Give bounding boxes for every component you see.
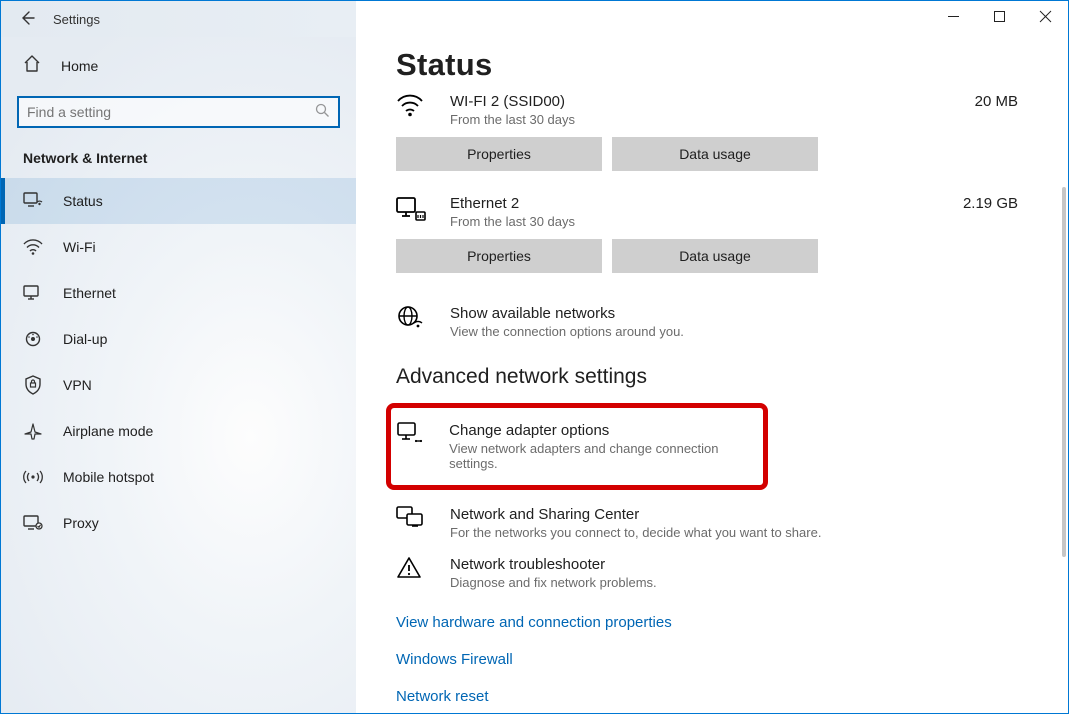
action-text: Network and Sharing Center For the netwo… <box>450 506 821 540</box>
settings-window: Settings Home <box>0 0 1069 714</box>
window-controls <box>356 1 1068 37</box>
sharing-icon <box>396 506 426 533</box>
airplane-icon <box>23 422 43 440</box>
action-desc: View the connection options around you. <box>450 324 684 339</box>
data-usage-button[interactable]: Data usage <box>612 137 818 171</box>
action-desc: View network adapters and change connect… <box>449 441 751 471</box>
connection-buttons: Properties Data usage <box>396 239 1048 273</box>
sidebar-item-vpn[interactable]: VPN <box>1 362 356 408</box>
home-button[interactable]: Home <box>1 49 356 82</box>
back-button[interactable] <box>19 10 35 29</box>
search-input[interactable] <box>27 104 315 120</box>
connection-ethernet: Ethernet 2 From the last 30 days 2.19 GB <box>396 195 1048 229</box>
sharing-center-row[interactable]: Network and Sharing Center For the netwo… <box>396 498 1048 548</box>
wifi-icon <box>23 239 43 255</box>
action-text: Change adapter options View network adap… <box>449 422 751 471</box>
titlebar: Settings <box>1 1 1068 37</box>
action-title: Show available networks <box>450 305 684 322</box>
sidebar-section-heading: Network & Internet <box>1 150 356 178</box>
sidebar-item-label: Airplane mode <box>63 423 153 439</box>
body: Home Network & Internet Status <box>1 37 1068 713</box>
titlebar-left: Settings <box>1 1 356 37</box>
link-network-reset[interactable]: Network reset <box>396 688 489 705</box>
warning-icon <box>396 556 426 583</box>
sidebar-item-dialup[interactable]: Dial-up <box>1 316 356 362</box>
action-title: Network and Sharing Center <box>450 506 821 523</box>
sidebar-item-wifi[interactable]: Wi-Fi <box>1 224 356 270</box>
minimize-icon <box>948 11 959 22</box>
sidebar-item-label: Dial-up <box>63 331 107 347</box>
maximize-button[interactable] <box>976 1 1022 31</box>
page-title: Status <box>396 47 1048 83</box>
action-title: Network troubleshooter <box>450 556 657 573</box>
action-text: Show available networks View the connect… <box>450 305 684 339</box>
status-icon <box>23 192 43 210</box>
action-title: Change adapter options <box>449 422 751 439</box>
sidebar-item-label: Mobile hotspot <box>63 469 154 485</box>
search-container <box>17 96 340 128</box>
troubleshooter-row[interactable]: Network troubleshooter Diagnose and fix … <box>396 548 1048 598</box>
properties-button[interactable]: Properties <box>396 239 602 273</box>
connection-name: WI-FI 2 (SSID00) <box>450 93 951 110</box>
search-box[interactable] <box>17 96 340 128</box>
main-content: Status WI-FI 2 (SSID00) From the last 30… <box>356 37 1068 713</box>
sidebar-item-airplane[interactable]: Airplane mode <box>1 408 356 454</box>
hotspot-icon <box>23 469 43 485</box>
dialup-icon <box>23 331 43 347</box>
data-usage-button[interactable]: Data usage <box>612 239 818 273</box>
vpn-icon <box>23 375 43 395</box>
home-label: Home <box>61 58 98 74</box>
link-windows-firewall[interactable]: Windows Firewall <box>396 651 513 668</box>
home-icon <box>23 55 41 76</box>
sidebar-item-label: VPN <box>63 377 92 393</box>
proxy-icon <box>23 515 43 531</box>
sidebar-item-label: Ethernet <box>63 285 116 301</box>
ethernet-icon <box>396 195 426 226</box>
minimize-button[interactable] <box>930 1 976 31</box>
sidebar-item-label: Wi-Fi <box>63 239 96 255</box>
sidebar-item-ethernet[interactable]: Ethernet <box>1 270 356 316</box>
change-adapter-row[interactable]: Change adapter options View network adap… <box>397 418 751 475</box>
sidebar-item-label: Proxy <box>63 515 99 531</box>
sidebar-item-proxy[interactable]: Proxy <box>1 500 356 546</box>
connection-wifi: WI-FI 2 (SSID00) From the last 30 days 2… <box>396 93 1048 127</box>
sidebar-item-hotspot[interactable]: Mobile hotspot <box>1 454 356 500</box>
show-networks-row[interactable]: Show available networks View the connect… <box>396 297 1048 347</box>
action-desc: For the networks you connect to, decide … <box>450 525 821 540</box>
globe-wifi-icon <box>396 305 426 334</box>
wifi-icon <box>396 93 426 120</box>
action-text: Network troubleshooter Diagnose and fix … <box>450 556 657 590</box>
scrollbar-thumb[interactable] <box>1062 187 1066 557</box>
search-icon <box>315 103 330 121</box>
connection-sub: From the last 30 days <box>450 112 951 127</box>
window-title: Settings <box>53 12 100 27</box>
connection-usage: 2.19 GB <box>963 195 1048 212</box>
back-arrow-icon <box>19 10 35 26</box>
link-hardware-properties[interactable]: View hardware and connection properties <box>396 614 672 631</box>
connection-text: WI-FI 2 (SSID00) From the last 30 days <box>450 93 951 127</box>
advanced-heading: Advanced network settings <box>396 365 1048 389</box>
adapter-icon <box>397 422 425 449</box>
connection-text: Ethernet 2 From the last 30 days <box>450 195 939 229</box>
close-icon <box>1040 11 1051 22</box>
close-button[interactable] <box>1022 1 1068 31</box>
nav: Status Wi-Fi Ethernet <box>1 178 356 546</box>
sidebar-item-label: Status <box>63 193 103 209</box>
sidebar-item-status[interactable]: Status <box>1 178 356 224</box>
connection-usage: 20 MB <box>975 93 1048 110</box>
scrollbar[interactable] <box>1052 37 1066 713</box>
properties-button[interactable]: Properties <box>396 137 602 171</box>
connection-name: Ethernet 2 <box>450 195 939 212</box>
maximize-icon <box>994 11 1005 22</box>
connection-sub: From the last 30 days <box>450 214 939 229</box>
action-desc: Diagnose and fix network problems. <box>450 575 657 590</box>
sidebar: Home Network & Internet Status <box>1 37 356 713</box>
connection-buttons: Properties Data usage <box>396 137 1048 171</box>
ethernet-icon <box>23 285 43 301</box>
highlight-box: Change adapter options View network adap… <box>386 403 768 490</box>
